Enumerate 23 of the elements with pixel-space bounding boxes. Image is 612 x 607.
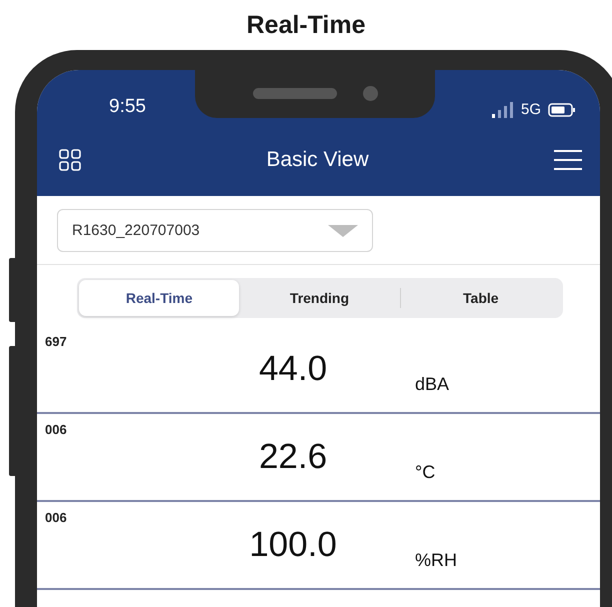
caret-icon [328, 224, 358, 238]
view-tab[interactable]: Table [400, 280, 561, 316]
reading-value: 100.0 [248, 525, 338, 565]
grid-icon[interactable] [59, 149, 81, 171]
channel-label: 006 [45, 510, 68, 525]
camera-dot [362, 86, 378, 100]
menu-icon[interactable] [554, 149, 582, 171]
reading-value: 22.6 [258, 437, 328, 477]
reading-value: 44.0 [258, 349, 328, 389]
network-label: 5G [520, 101, 541, 118]
signal-icon [492, 102, 514, 118]
page-heading: Real-Time [245, 10, 367, 40]
view-tab[interactable]: Real-Time [79, 280, 240, 316]
screen-title: Basic View [265, 148, 370, 172]
view-tab[interactable]: Trending [239, 280, 400, 316]
reading-unit: °C [415, 462, 436, 483]
reading-unit: dBA [415, 374, 450, 395]
channel-label: 006 [45, 422, 68, 437]
channel-label: 697 [45, 334, 68, 349]
device-dropdown[interactable]: R1630_220707003 [57, 209, 373, 252]
battery-icon [548, 102, 576, 116]
reading-unit: %RH [415, 550, 458, 571]
status-time: 9:55 [109, 96, 146, 118]
